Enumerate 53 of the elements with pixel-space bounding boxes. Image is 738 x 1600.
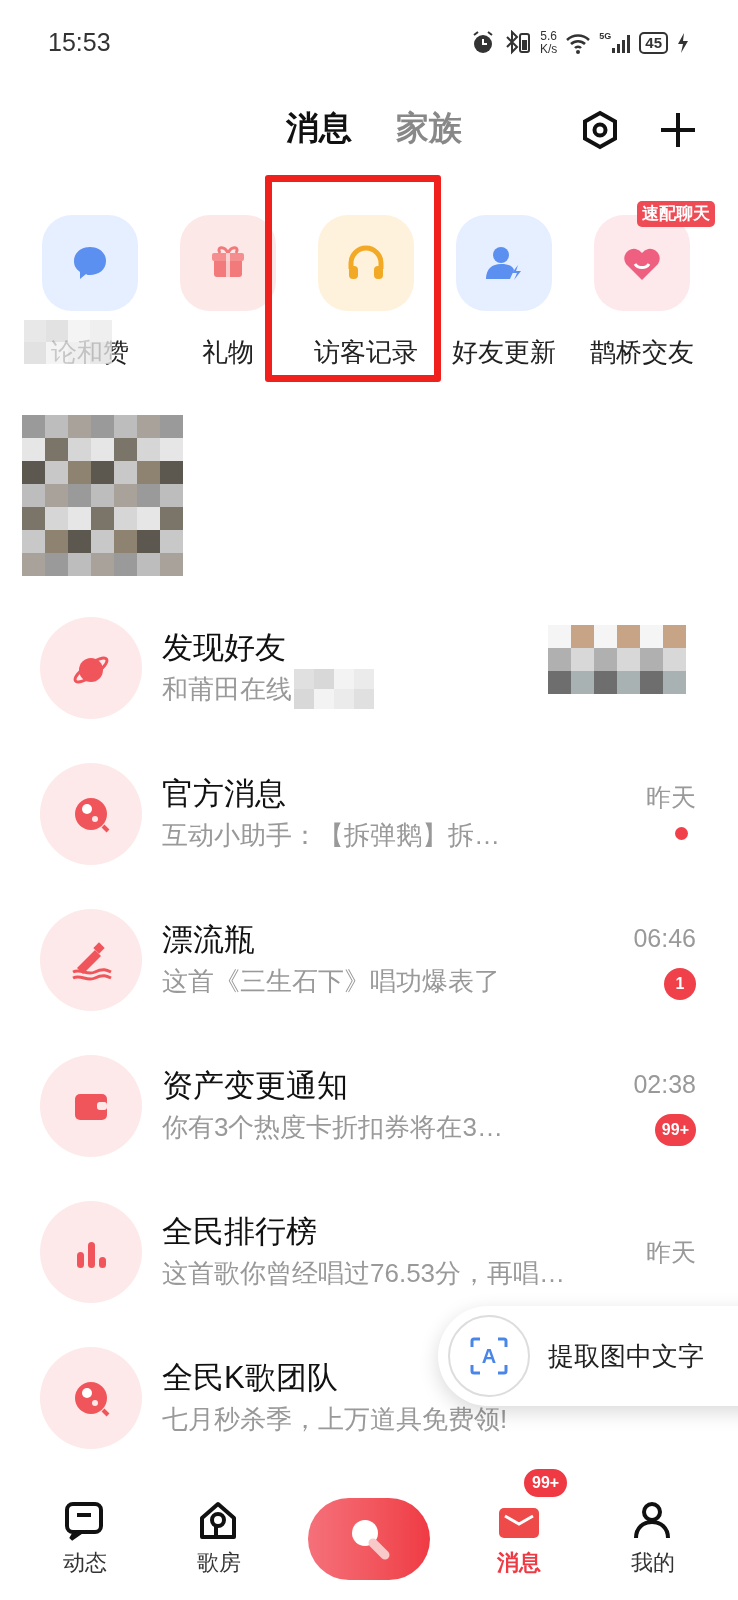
unread-count: 99+ — [654, 1114, 696, 1146]
message-time: 06:46 — [633, 923, 696, 954]
tab[interactable]: 家族 — [396, 102, 462, 153]
tab[interactable]: 消息 — [286, 102, 352, 153]
conversation-title: 漂流瓶 — [162, 921, 255, 959]
add-button[interactable] — [658, 110, 698, 150]
extract-text-label: 提取图中文字 — [548, 1339, 704, 1373]
nav-badge: 99+ — [522, 1466, 570, 1499]
plus-icon — [658, 110, 698, 150]
conversation-preview: 这首《三生石下》唱功爆表了 — [162, 965, 500, 998]
network-type: 5G — [599, 31, 612, 41]
conversation-title: 全民排行榜 — [162, 1213, 317, 1251]
nav-label: 动态 — [63, 1548, 107, 1577]
shortcut-label: 好友更新 — [452, 336, 556, 369]
message-time: 昨天 — [646, 781, 696, 813]
shortcut-button[interactable] — [42, 215, 138, 311]
unread-count: 1 — [664, 968, 696, 1000]
settings-icon — [580, 110, 620, 150]
message-time: 昨天 — [646, 1237, 696, 1268]
conversation-title: 官方消息 — [162, 775, 286, 813]
status-time: 15:53 — [48, 26, 111, 58]
shortcut-button[interactable] — [180, 215, 276, 311]
conversation-preview: 和莆田在线 — [162, 673, 292, 706]
conversation-preview: 互动小助手：【拆弹鹅】拆… — [162, 819, 500, 852]
conversation-preview: 你有3个热度卡折扣券将在3… — [162, 1111, 503, 1144]
shortcut-label: 礼物 — [202, 336, 254, 369]
nav-tab[interactable]: 歌房 — [174, 1499, 264, 1579]
bluetooth-icon — [503, 29, 532, 56]
shortcut-button[interactable] — [318, 215, 414, 311]
scan-glyph: A — [481, 1344, 497, 1369]
nav-tab[interactable]: 动态 — [40, 1499, 130, 1579]
nav-label: 我的 — [631, 1548, 675, 1577]
shortcut-label: 鹊桥交友 — [590, 336, 694, 369]
scan-frame-icon — [470, 1337, 508, 1375]
message-time: 02:38 — [633, 1069, 696, 1100]
battery-level: 45 — [639, 31, 668, 54]
shortcut-label: 访客记录 — [314, 336, 418, 369]
network-speed-unit: K/s — [539, 42, 558, 56]
nav-label: 消息 — [497, 1548, 541, 1577]
network-speed-value: 5.6 — [540, 29, 557, 43]
conversation-title: 资产变更通知 — [162, 1067, 348, 1105]
conversation-preview: 七月秒杀季，上万道具免费领! — [162, 1403, 508, 1436]
conversation-preview: 这首歌你曾经唱过76.53分，再唱… — [162, 1257, 566, 1290]
nav-label: 歌房 — [197, 1548, 241, 1577]
nav-tab[interactable]: 消息 — [474, 1499, 564, 1579]
extract-text-button[interactable]: A 提取图中文字 — [438, 1306, 738, 1406]
promo-tag: 速配聊天 — [637, 201, 715, 227]
nav-tab[interactable]: 我的 — [608, 1499, 698, 1579]
settings-button[interactable] — [580, 110, 620, 150]
charging-icon — [676, 31, 690, 54]
conversation-title: 发现好友 — [162, 629, 286, 667]
shortcut-button[interactable] — [456, 215, 552, 311]
conversation-title: 全民K歌团队 — [162, 1359, 338, 1397]
